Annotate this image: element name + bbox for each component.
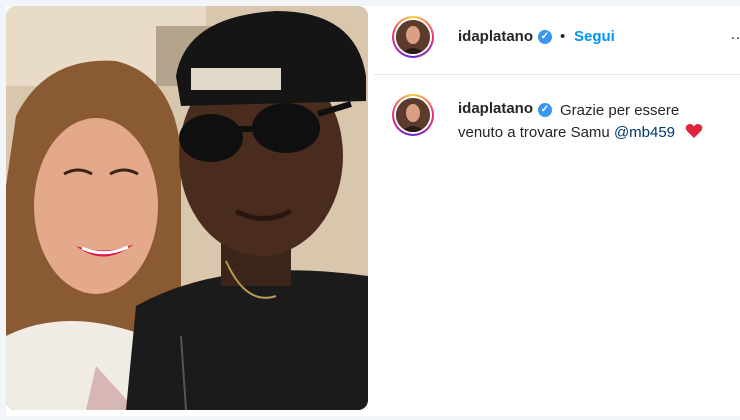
- red-heart-icon: [685, 124, 703, 138]
- avatar-image: [396, 98, 430, 132]
- verified-badge-icon: ✓: [538, 30, 552, 44]
- mention-link[interactable]: @mb459: [614, 124, 675, 141]
- comment-author-avatar[interactable]: [392, 94, 434, 136]
- post-header: idaplatano ✓ • Segui …: [374, 6, 740, 75]
- author-avatar[interactable]: [392, 16, 434, 58]
- instagram-post: idaplatano ✓ • Segui … idaplatano: [6, 6, 740, 416]
- avatar-image: [396, 20, 430, 54]
- selfie-image: [6, 6, 368, 410]
- separator-dot: •: [560, 28, 566, 45]
- caption-text-block: Grazie per essere venuto a trovare Samu …: [458, 100, 728, 144]
- more-options-icon[interactable]: …: [730, 26, 740, 44]
- author-username[interactable]: idaplatano: [458, 28, 533, 45]
- post-side-panel: idaplatano ✓ • Segui … idaplatano: [374, 6, 740, 410]
- post-photo[interactable]: [6, 6, 368, 410]
- follow-button[interactable]: Segui: [574, 28, 615, 45]
